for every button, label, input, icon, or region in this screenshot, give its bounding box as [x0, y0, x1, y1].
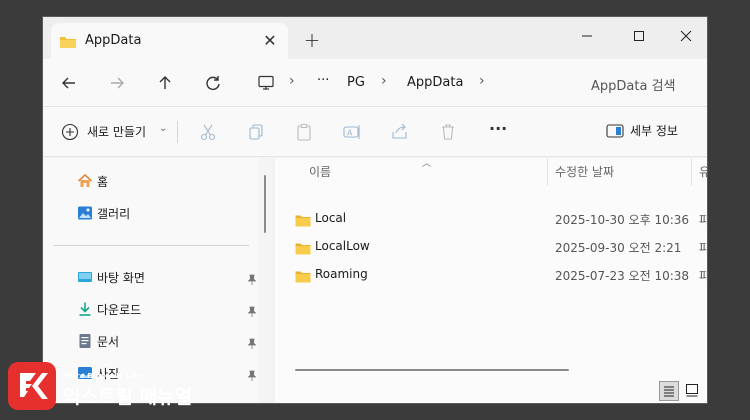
new-tab-button[interactable]: + [301, 29, 323, 51]
cut-icon[interactable] [198, 122, 218, 142]
tab-close-icon[interactable]: ✕ [260, 31, 280, 51]
toolbar-divider [177, 121, 178, 143]
item-date: 2025-09-30 오전 2:21 [555, 241, 682, 255]
item-name: Local [315, 211, 347, 225]
back-arrow-icon[interactable] [57, 71, 81, 95]
logo-name: 익스트림 매뉴얼 [63, 386, 192, 408]
breadcrumb-chevron-icon: › [289, 73, 295, 89]
breadcrumb-item-pg[interactable]: PG [347, 75, 365, 90]
home-icon [77, 173, 93, 193]
breadcrumb-item-appdata[interactable]: AppData [407, 75, 463, 90]
item-date: 2025-07-23 오전 10:38 [555, 269, 690, 283]
folder-icon [59, 34, 77, 53]
sidebar-item-label: 다운로드 [97, 303, 142, 317]
pin-icon[interactable] [247, 271, 257, 290]
logo-badge-icon [8, 362, 56, 410]
details-pane-icon [606, 123, 624, 143]
desktop-icon [77, 269, 93, 289]
pin-icon[interactable] [247, 335, 257, 354]
plus-circle-icon [61, 123, 79, 145]
sidebar-item-label: 문서 [97, 335, 120, 349]
command-bar: 새로 만들기 ⌄ A ··· 세부 정보 [43, 107, 707, 157]
list-item[interactable]: Roaming 2025-07-23 오전 10:38 파 [275, 262, 707, 288]
chevron-down-icon: ⌄ [159, 123, 168, 134]
rename-icon[interactable]: A [342, 122, 362, 142]
sidebar-item-desktop[interactable]: 바탕 화면 [77, 267, 257, 289]
sidebar-divider [53, 245, 249, 246]
sidebar-scrollbar[interactable] [264, 175, 266, 233]
list-item[interactable]: LocalLow 2025-09-30 오전 2:21 파 [275, 234, 707, 260]
item-date: 2025-10-30 오후 10:36 [555, 213, 690, 227]
minimize-button[interactable] [572, 23, 602, 51]
download-icon [77, 301, 93, 321]
folder-icon [295, 240, 311, 259]
watermark-logo: More Better IT Life 익스트림 매뉴얼 [8, 362, 208, 414]
horizontal-scrollbar[interactable] [295, 369, 569, 371]
column-divider[interactable] [547, 158, 548, 186]
item-type: 파 [699, 211, 707, 228]
item-type: 파 [699, 267, 707, 284]
share-icon[interactable] [390, 122, 410, 142]
pin-icon[interactable] [247, 367, 257, 386]
sidebar-item-downloads[interactable]: 다운로드 [77, 299, 257, 321]
view-toggle-group [659, 381, 703, 401]
column-header-name[interactable]: 이름 [309, 163, 331, 180]
file-list: ︿ 이름 수정한 날짜 유 Local 2025-10-30 오후 10:36 … [275, 158, 707, 403]
breadcrumb-chevron-icon[interactable]: › [479, 73, 485, 89]
svg-text:A: A [347, 129, 353, 138]
sidebar-item-label: 바탕 화면 [97, 271, 145, 285]
folder-icon [295, 212, 311, 231]
folder-icon [295, 268, 311, 287]
list-item[interactable]: Local 2025-10-30 오후 10:36 파 [275, 206, 707, 232]
computer-icon [257, 75, 275, 95]
copy-icon[interactable] [246, 122, 266, 142]
forward-arrow-icon[interactable] [105, 71, 129, 95]
gallery-icon [77, 205, 93, 225]
item-name: LocalLow [315, 239, 370, 253]
title-bar: AppData ✕ + [43, 17, 707, 59]
delete-icon[interactable] [438, 122, 458, 142]
up-arrow-icon[interactable] [153, 71, 177, 95]
sidebar-item-home[interactable]: 홈 [77, 171, 257, 193]
breadcrumb-chevron-icon: › [381, 73, 387, 89]
refresh-icon[interactable] [201, 71, 225, 95]
search-placeholder: AppData 검색 [591, 79, 676, 94]
search-input[interactable]: AppData 검색 [575, 67, 703, 99]
maximize-button[interactable] [624, 23, 654, 51]
sidebar-item-label: 갤러리 [97, 207, 131, 221]
file-explorer-window: AppData ✕ + › ··· PG › AppData › AppData… [42, 16, 708, 404]
column-divider[interactable] [691, 158, 692, 186]
tiles-view-icon[interactable] [683, 381, 703, 401]
navigation-bar: › ··· PG › AppData › AppData 검색 [43, 59, 707, 107]
document-icon [77, 333, 93, 353]
close-window-button[interactable] [671, 23, 701, 51]
more-options-icon[interactable]: ··· [489, 119, 509, 139]
tab-title: AppData [85, 33, 142, 48]
sidebar-item-label: 홈 [97, 175, 109, 189]
sidebar-item-documents[interactable]: 문서 [77, 331, 257, 353]
details-pane-label: 세부 정보 [630, 124, 678, 138]
logo-tagline: More Better IT Life [64, 372, 143, 380]
sort-ascending-icon: ︿ [422, 159, 432, 169]
item-type: 파 [699, 239, 707, 256]
new-button-label: 새로 만들기 [87, 125, 147, 139]
pin-icon[interactable] [247, 303, 257, 322]
column-header-type[interactable]: 유 [699, 163, 707, 180]
sidebar-scroll-track [259, 158, 273, 403]
tab-appdata[interactable]: AppData ✕ [51, 23, 288, 59]
breadcrumb-more[interactable]: ··· [317, 73, 329, 88]
item-name: Roaming [315, 267, 368, 281]
column-header-date-modified[interactable]: 수정한 날짜 [555, 163, 614, 180]
sidebar-item-gallery[interactable]: 갤러리 [77, 203, 257, 225]
details-view-icon[interactable] [659, 381, 679, 401]
paste-icon[interactable] [294, 122, 314, 142]
address-bar[interactable]: › ··· PG › AppData › [245, 67, 563, 99]
